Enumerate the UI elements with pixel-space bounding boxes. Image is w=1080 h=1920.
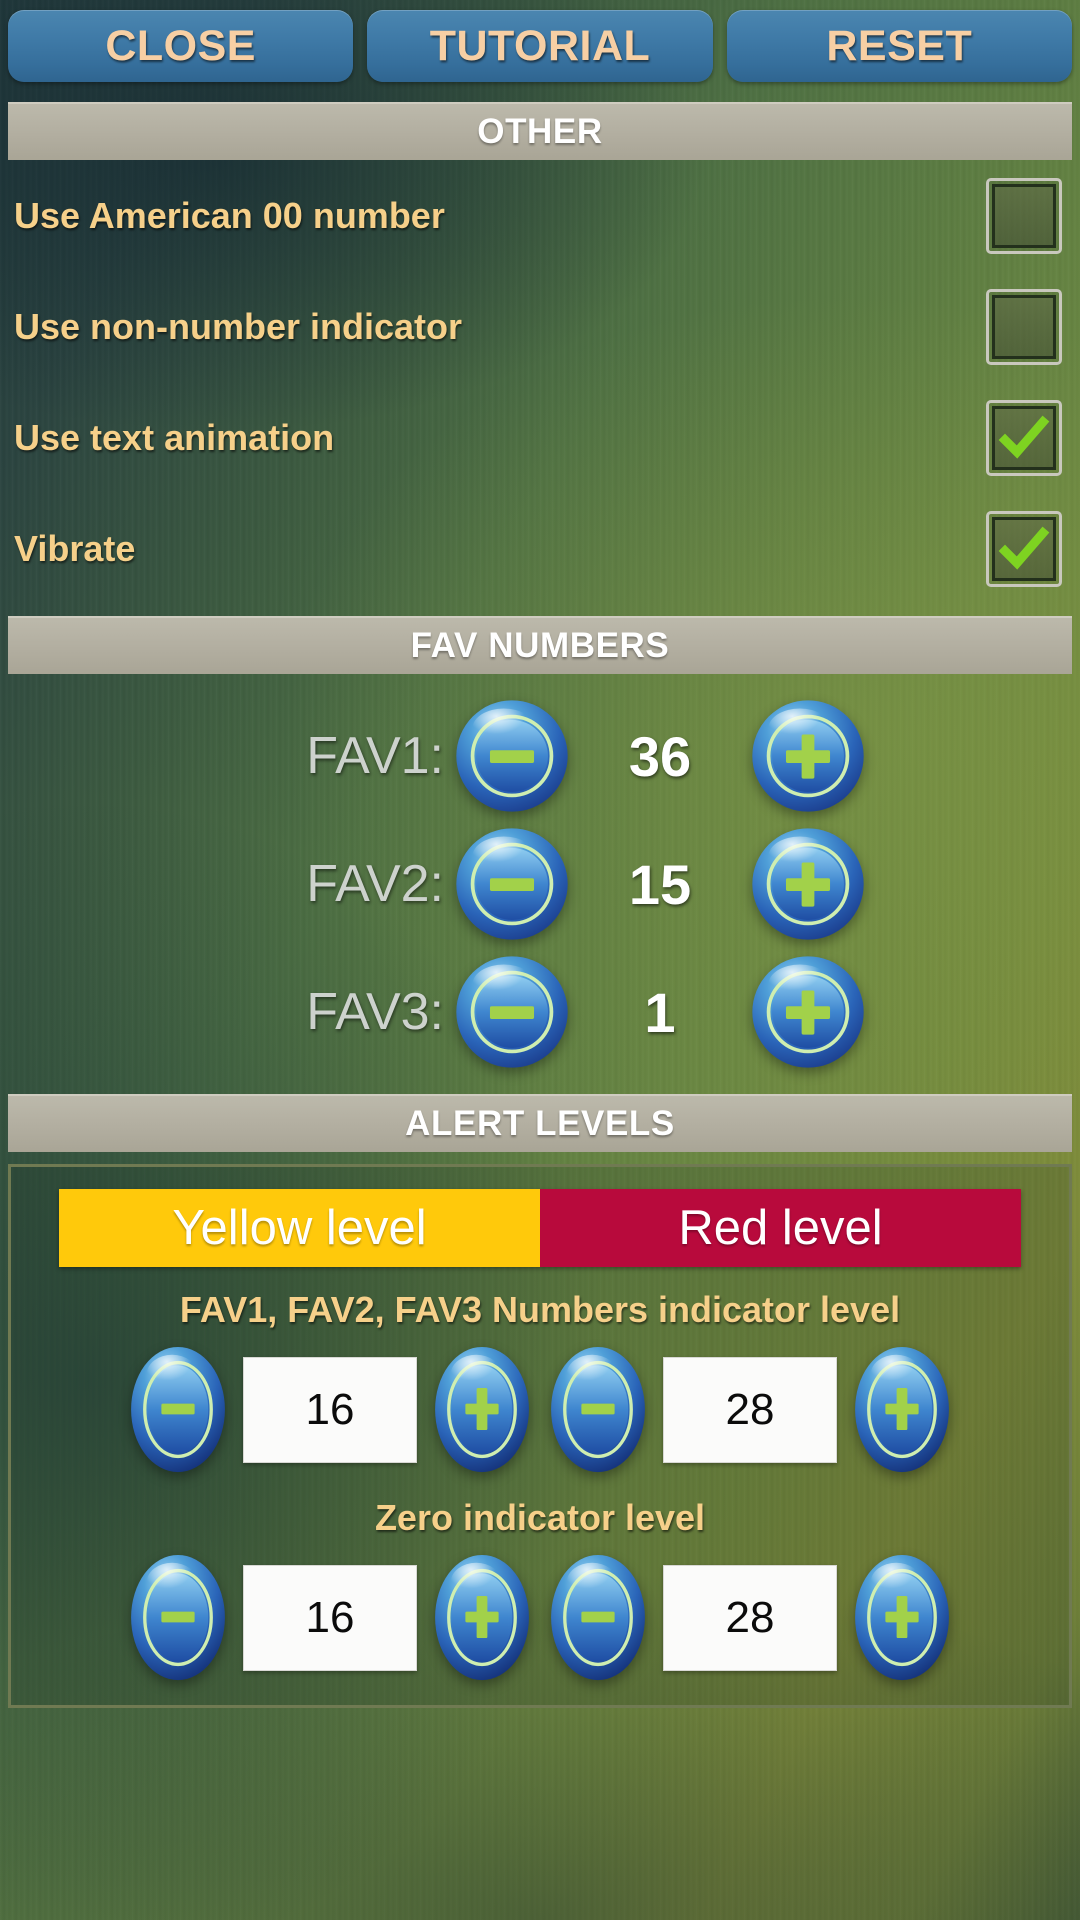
tutorial-button[interactable]: TUTORIAL: [367, 10, 713, 82]
alert-levels-panel: Yellow level Red level FAV1, FAV2, FAV3 …: [8, 1164, 1072, 1708]
zero-indicator-yellow-input[interactable]: 16: [243, 1565, 417, 1671]
app-screen: CLOSE TUTORIAL RESET OTHER Use American …: [0, 0, 1080, 1920]
fav-indicator-red-input[interactable]: 28: [663, 1357, 837, 1463]
checkbox-inner: [992, 294, 1056, 359]
zero-indicator-yellow-decrement-button[interactable]: [129, 1553, 227, 1683]
option-row-use-non-number-indicator[interactable]: Use non-number indicator: [6, 271, 1074, 382]
checkbox-vibrate[interactable]: [986, 510, 1062, 587]
fav-indicator-level-caption: FAV1, FAV2, FAV3 Numbers indicator level: [179, 1289, 901, 1330]
section-header-other: OTHER: [8, 102, 1072, 160]
fav-row-1: FAV1: 36: [0, 692, 1080, 820]
section-header-fav-numbers-label: FAV NUMBERS: [410, 626, 670, 665]
checkbox-use-american-00-number[interactable]: [986, 177, 1062, 254]
fav3-increment-button[interactable]: [750, 954, 866, 1070]
fav1-increment-button[interactable]: [750, 698, 866, 814]
fav-numbers-list: FAV1: 36 FAV2: 15 FAV3: 1: [0, 674, 1080, 1082]
checkbox-inner: [992, 183, 1056, 248]
close-button[interactable]: CLOSE: [8, 10, 354, 82]
zero-indicator-level-steppers: 16 28: [11, 1553, 1069, 1683]
reset-button-label: RESET: [826, 21, 973, 70]
zero-indicator-yellow-increment-button[interactable]: [433, 1553, 531, 1683]
option-label: Vibrate: [14, 527, 136, 569]
fav2-increment-button[interactable]: [750, 826, 866, 942]
fav2-value: 15: [628, 852, 692, 916]
tutorial-button-label: TUTORIAL: [429, 21, 651, 70]
fav-indicator-yellow-input[interactable]: 16: [243, 1357, 417, 1463]
fav-indicator-red-decrement-button[interactable]: [549, 1345, 647, 1475]
option-label: Use text animation: [14, 416, 335, 458]
option-label: Use American 00 number: [14, 194, 445, 236]
checkbox-use-text-animation[interactable]: [986, 399, 1062, 476]
reset-button[interactable]: RESET: [726, 10, 1072, 82]
tab-red-level[interactable]: Red level: [540, 1189, 1021, 1267]
fav3-label: FAV3:: [306, 983, 444, 1041]
zero-indicator-red-decrement-button[interactable]: [549, 1553, 647, 1683]
fav2-decrement-button[interactable]: [454, 826, 570, 942]
option-label: Use non-number indicator: [14, 305, 463, 347]
zero-indicator-yellow-value: 16: [305, 1593, 355, 1642]
fav-indicator-yellow-value: 16: [305, 1385, 355, 1434]
close-button-label: CLOSE: [105, 21, 256, 70]
tab-red-level-label: Red level: [678, 1201, 883, 1255]
top-button-bar: CLOSE TUTORIAL RESET: [0, 0, 1080, 90]
section-header-other-label: OTHER: [477, 112, 603, 151]
fav-indicator-level-steppers: 16 28: [11, 1345, 1069, 1475]
section-header-alert-levels: ALERT LEVELS: [8, 1094, 1072, 1152]
alert-level-tabs: Yellow level Red level: [59, 1189, 1021, 1267]
fav2-label: FAV2:: [306, 855, 444, 913]
checkmark-icon: [998, 526, 1050, 570]
other-options-list: Use American 00 number Use non-number in…: [0, 160, 1080, 604]
option-row-vibrate[interactable]: Vibrate: [6, 493, 1074, 604]
fav1-label: FAV1:: [306, 727, 444, 785]
fav-row-2: FAV2: 15: [0, 820, 1080, 948]
section-header-fav-numbers: FAV NUMBERS: [8, 616, 1072, 674]
fav-indicator-yellow-decrement-button[interactable]: [129, 1345, 227, 1475]
fav1-value: 36: [628, 724, 692, 788]
tab-yellow-level-label: Yellow level: [172, 1201, 427, 1255]
checkbox-inner: [992, 516, 1056, 581]
section-header-alert-levels-label: ALERT LEVELS: [405, 1104, 675, 1143]
fav1-decrement-button[interactable]: [454, 698, 570, 814]
option-row-use-american-00-number[interactable]: Use American 00 number: [6, 160, 1074, 271]
zero-indicator-red-input[interactable]: 28: [663, 1565, 837, 1671]
fav3-decrement-button[interactable]: [454, 954, 570, 1070]
zero-indicator-red-value: 28: [725, 1593, 775, 1642]
checkmark-icon: [998, 415, 1050, 459]
checkbox-use-non-number-indicator[interactable]: [986, 288, 1062, 365]
fav3-value: 1: [644, 980, 676, 1044]
tab-yellow-level[interactable]: Yellow level: [59, 1189, 540, 1267]
fav-indicator-yellow-increment-button[interactable]: [433, 1345, 531, 1475]
checkbox-inner: [992, 405, 1056, 470]
fav-row-3: FAV3: 1: [0, 948, 1080, 1076]
zero-indicator-level-caption: Zero indicator level: [374, 1497, 706, 1538]
fav-indicator-red-increment-button[interactable]: [853, 1345, 951, 1475]
option-row-use-text-animation[interactable]: Use text animation: [6, 382, 1074, 493]
fav-indicator-red-value: 28: [725, 1385, 775, 1434]
zero-indicator-red-increment-button[interactable]: [853, 1553, 951, 1683]
